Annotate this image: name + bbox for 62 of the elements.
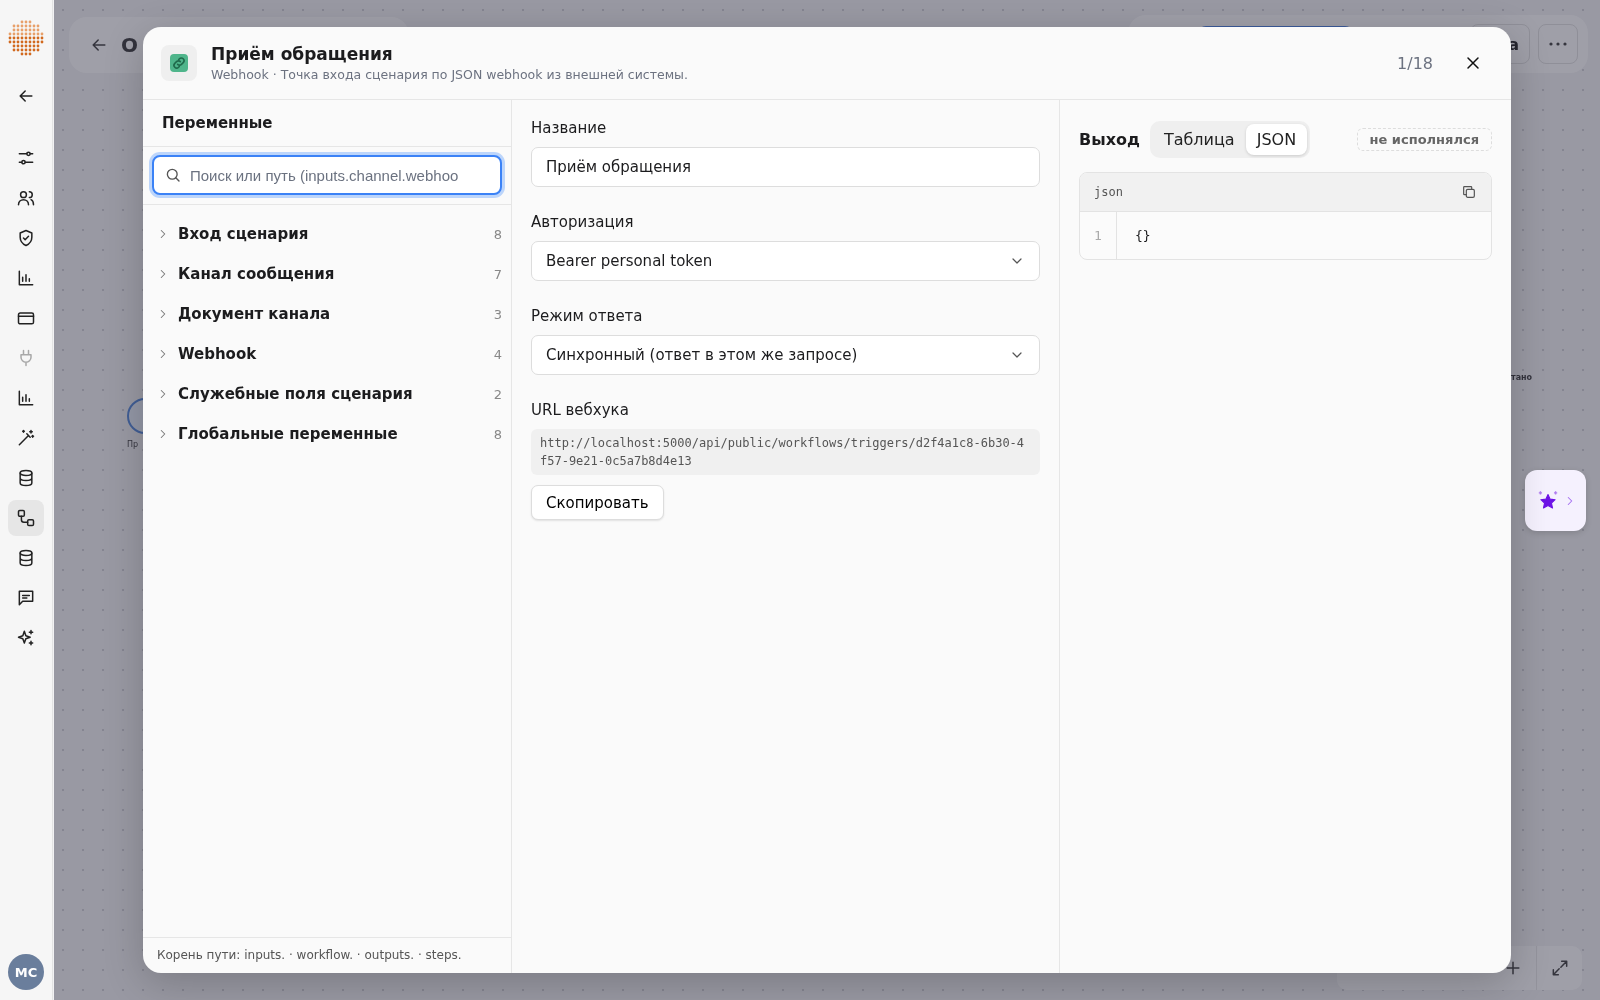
group-label: Глобальные переменные <box>178 425 399 443</box>
field-label: Режим ответа <box>531 307 644 325</box>
group-label: Служебные поля сценария <box>178 385 414 403</box>
group-count: 4 <box>493 346 502 362</box>
group-label: Webhook <box>178 345 258 363</box>
database-icon <box>16 468 36 488</box>
users-icon <box>16 188 36 208</box>
dialog-subtitle: Webhook · Точка входа сценария по JSON webhook из внешней системы. <box>211 67 689 82</box>
assistant-button[interactable] <box>1525 470 1586 531</box>
view-tab[interactable]: Таблица <box>1152 124 1246 155</box>
sliders-icon <box>16 148 36 168</box>
link-icon <box>170 54 188 72</box>
dropdown[interactable]: Bearer personal token <box>531 241 1040 281</box>
dropdown[interactable]: Синхронный (ответ в этом же запросе) <box>531 335 1040 375</box>
group-label: Вход сценария <box>178 225 310 243</box>
view-tab[interactable]: JSON <box>1245 124 1308 155</box>
more-icon <box>1549 42 1567 46</box>
node-label: Пр <box>127 440 139 449</box>
sidebar-item[interactable] <box>8 500 44 536</box>
magic-wand-icon <box>16 428 36 448</box>
variable-group[interactable]: Канал сообщения 7 <box>143 254 511 294</box>
group-count: 7 <box>493 266 502 282</box>
variable-group[interactable]: Служебные поля сценария 2 <box>143 374 511 414</box>
step-counter: 1/18 <box>1397 53 1433 73</box>
copy-button[interactable]: Скопировать <box>531 485 664 520</box>
group-count: 3 <box>493 306 502 322</box>
path-hint: Корень пути: inputs. · workflow. · outputs. · steps. <box>143 937 511 973</box>
output-label: Выход <box>1079 130 1140 149</box>
code-language: json <box>1094 185 1123 199</box>
workflow-icon <box>16 508 36 528</box>
dialog-title: Приём обращения <box>211 44 394 64</box>
message-icon <box>16 588 36 608</box>
database-icon <box>16 548 36 568</box>
line-number: 1 <box>1080 212 1117 259</box>
variable-group[interactable]: Документ канала 3 <box>143 294 511 334</box>
group-label: Документ канала <box>178 305 332 323</box>
text-field[interactable]: Приём обращения <box>531 147 1040 187</box>
copy-button[interactable] <box>1461 184 1477 200</box>
panel-heading: Переменные <box>143 100 511 147</box>
copy-icon <box>1461 184 1477 200</box>
bar-chart-icon <box>16 268 36 288</box>
field-label: Название <box>531 119 608 137</box>
workflow-title: О <box>121 33 138 57</box>
variable-group[interactable]: Webhook 4 <box>143 334 511 374</box>
webhook-url: http://localhost:5000/api/public/workflows/triggers/d2f4a1c8-6b30-4f57-9e21-0c5a7b8d4e13 <box>531 429 1040 475</box>
bar-chart-icon <box>16 388 36 408</box>
variable-group[interactable]: Вход сценария 8 <box>143 214 511 254</box>
group-count: 8 <box>493 226 502 242</box>
group-count: 2 <box>493 386 502 402</box>
edge-label: тано <box>1511 373 1533 382</box>
group-count: 8 <box>493 426 502 442</box>
variable-group[interactable]: Глобальные переменные 8 <box>143 414 511 454</box>
sparkles-icon <box>16 628 36 648</box>
code-line: {} <box>1134 228 1151 243</box>
field-label: Авторизация <box>531 213 635 231</box>
logo-icon <box>6 18 46 58</box>
group-label: Канал сообщения <box>178 265 336 283</box>
search-field[interactable]: Поиск или путь (inputs.channel.webhoo <box>152 155 502 195</box>
field-label: URL вебхука <box>531 401 630 419</box>
shield-icon <box>16 228 36 248</box>
user-avatar[interactable]: MC <box>8 954 44 990</box>
status-badge: не исполнялся <box>1356 128 1492 151</box>
